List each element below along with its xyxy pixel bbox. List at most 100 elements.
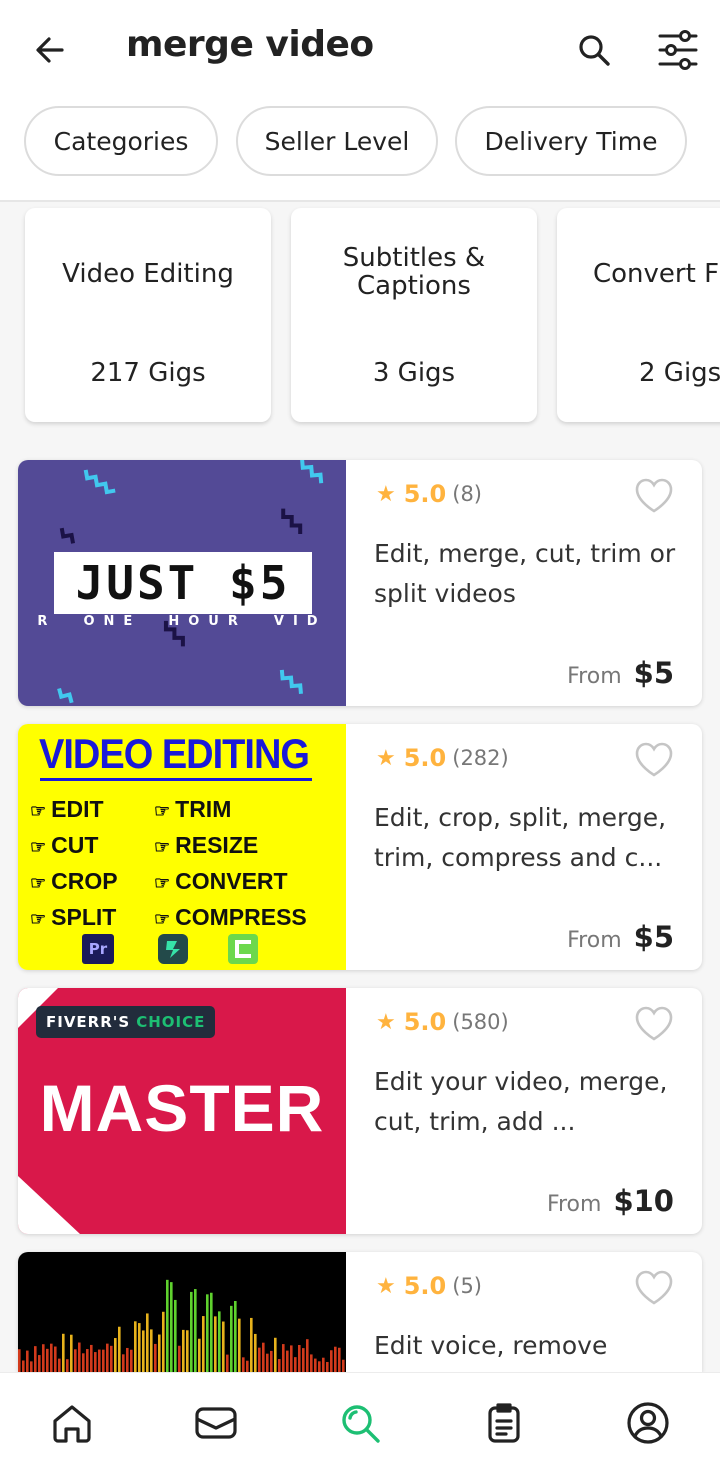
gig-card[interactable]: ★ 5.0 (5) Edit voice, remove <box>18 1252 702 1372</box>
gig-price: From $5 <box>567 920 674 954</box>
waveform-bar <box>234 1300 237 1372</box>
thumb-left-item: CROP <box>51 868 118 894</box>
waveform-bar <box>254 1333 257 1372</box>
chip-categories[interactable]: Categories <box>24 106 218 176</box>
price-from-label: From <box>567 664 622 689</box>
waveform-bar <box>26 1350 29 1372</box>
thumb-left-list: ☞ EDIT ☞ CUT ☞ CROP ☞ SPLIT <box>30 796 118 930</box>
camtasia-logo-icon <box>228 934 258 964</box>
gig-rating: ★ 5.0 (580) <box>376 1008 509 1036</box>
waveform-bar <box>266 1353 269 1372</box>
gig-rating: ★ 5.0 (5) <box>376 1272 482 1300</box>
waveform-bar <box>22 1360 25 1372</box>
waveform-bar <box>130 1349 133 1372</box>
gig-thumbnail[interactable]: VIDEO EDITING ☞ EDIT ☞ CUT ☞ CROP ☞ SPLI… <box>18 724 346 970</box>
price-amount: $5 <box>633 920 674 954</box>
waveform-bar <box>70 1334 73 1372</box>
waveform-bar <box>222 1321 225 1372</box>
category-card-subtitles[interactable]: Subtitles & Captions 3 Gigs <box>291 208 537 422</box>
waveform-bar <box>62 1333 65 1372</box>
waveform-bar <box>242 1357 245 1372</box>
chip-delivery-time[interactable]: Delivery Time <box>455 106 687 176</box>
gig-title[interactable]: Edit, merge, cut, trim or split videos <box>374 534 678 614</box>
waveform-bar <box>310 1354 313 1372</box>
price-amount: $10 <box>613 1184 674 1218</box>
category-card-video-editing[interactable]: Video Editing 217 Gigs <box>25 208 271 422</box>
waveform-bar <box>322 1357 325 1372</box>
heart-icon[interactable] <box>632 1266 676 1310</box>
heart-icon[interactable] <box>632 738 676 782</box>
price-amount: $5 <box>633 656 674 690</box>
waveform-bar <box>230 1305 233 1372</box>
back-arrow-icon[interactable] <box>28 28 72 72</box>
waveform-bar <box>218 1311 221 1372</box>
waveform-bar <box>162 1311 165 1372</box>
gig-card[interactable]: FIVERR'S CHOICE MASTER ★ 5.0 (580) Edit … <box>18 988 702 1234</box>
gig-card[interactable]: JUST $5 R ONE HOUR VID ★ 5.0 (8) Edit, m… <box>18 460 702 706</box>
home-icon[interactable] <box>48 1399 96 1447</box>
fivers-choice-badge: FIVERR'S CHOICE <box>36 1006 216 1038</box>
waveform-bar <box>102 1349 105 1372</box>
heart-icon[interactable] <box>632 474 676 518</box>
thumb-right-item: COMPRESS <box>175 904 307 930</box>
category-carousel[interactable]: Video Editing 217 Gigs Subtitles & Capti… <box>0 204 720 430</box>
thumb-left-item: CUT <box>51 832 99 858</box>
waveform-bar <box>206 1294 209 1372</box>
waveform-bar <box>110 1345 113 1372</box>
waveform-bar <box>294 1357 297 1372</box>
thumb-subtitle: R ONE HOUR VID <box>37 614 327 629</box>
waveform-bar <box>58 1358 61 1372</box>
waveform-bar <box>122 1354 125 1372</box>
profile-icon[interactable] <box>624 1399 672 1447</box>
chip-seller-level[interactable]: Seller Level <box>236 106 438 176</box>
gig-info: ★ 5.0 (8) Edit, merge, cut, trim or spli… <box>346 460 702 706</box>
inbox-icon[interactable] <box>192 1399 240 1447</box>
waveform-bar <box>158 1334 161 1372</box>
badge-text-accent: CHOICE <box>136 1013 206 1031</box>
gig-thumbnail[interactable]: FIVERR'S CHOICE MASTER <box>18 988 346 1234</box>
waveform-bar <box>34 1346 37 1372</box>
search-icon[interactable] <box>336 1399 384 1447</box>
waveform-bar <box>146 1313 149 1372</box>
audio-waveform <box>18 1279 345 1372</box>
waveform-bar <box>318 1361 321 1372</box>
waveform-bar <box>302 1348 305 1372</box>
waveform-bar <box>290 1345 293 1372</box>
gig-title[interactable]: Edit your video, merge, cut, trim, add .… <box>374 1062 678 1142</box>
search-query[interactable]: merge video <box>126 24 374 65</box>
waveform-bar <box>186 1330 189 1372</box>
waveform-bar <box>174 1299 177 1372</box>
gig-card[interactable]: VIDEO EDITING ☞ EDIT ☞ CUT ☞ CROP ☞ SPLI… <box>18 724 702 970</box>
waveform-bar <box>250 1317 253 1372</box>
waveform-bar <box>202 1316 205 1372</box>
thumb-right-item: TRIM <box>175 796 232 822</box>
rating-score: 5.0 <box>403 480 447 508</box>
thumb-right-item: CONVERT <box>175 868 288 894</box>
gig-thumbnail[interactable]: JUST $5 R ONE HOUR VID <box>18 460 346 706</box>
waveform-bar <box>170 1282 173 1372</box>
gig-title[interactable]: Edit voice, remove <box>374 1326 678 1366</box>
waveform-bar <box>66 1359 69 1372</box>
heart-icon[interactable] <box>632 1002 676 1046</box>
waveform-bar <box>298 1345 301 1372</box>
gig-info: ★ 5.0 (5) Edit voice, remove <box>346 1252 702 1372</box>
gig-info: ★ 5.0 (282) Edit, crop, split, merge, tr… <box>346 724 702 970</box>
waveform-bar <box>46 1348 49 1372</box>
review-count: (580) <box>452 1010 509 1034</box>
waveform-bar <box>126 1347 129 1372</box>
waveform-bar <box>258 1347 261 1372</box>
gig-title[interactable]: Edit, crop, split, merge, trim, compress… <box>374 798 678 878</box>
waveform-bar <box>118 1326 121 1372</box>
orders-icon[interactable] <box>480 1399 528 1447</box>
category-card-convert[interactable]: Convert F 2 Gigs <box>557 208 720 422</box>
search-icon[interactable] <box>572 28 616 72</box>
waveform-bar <box>282 1344 285 1372</box>
gig-thumbnail[interactable] <box>18 1252 346 1372</box>
waveform-bar <box>198 1338 201 1372</box>
waveform-bar <box>150 1329 153 1372</box>
waveform-bar <box>190 1291 193 1372</box>
star-icon: ★ <box>376 1009 396 1035</box>
filter-sliders-icon[interactable] <box>654 26 702 74</box>
review-count: (5) <box>452 1274 482 1298</box>
waveform-bar <box>286 1350 289 1372</box>
